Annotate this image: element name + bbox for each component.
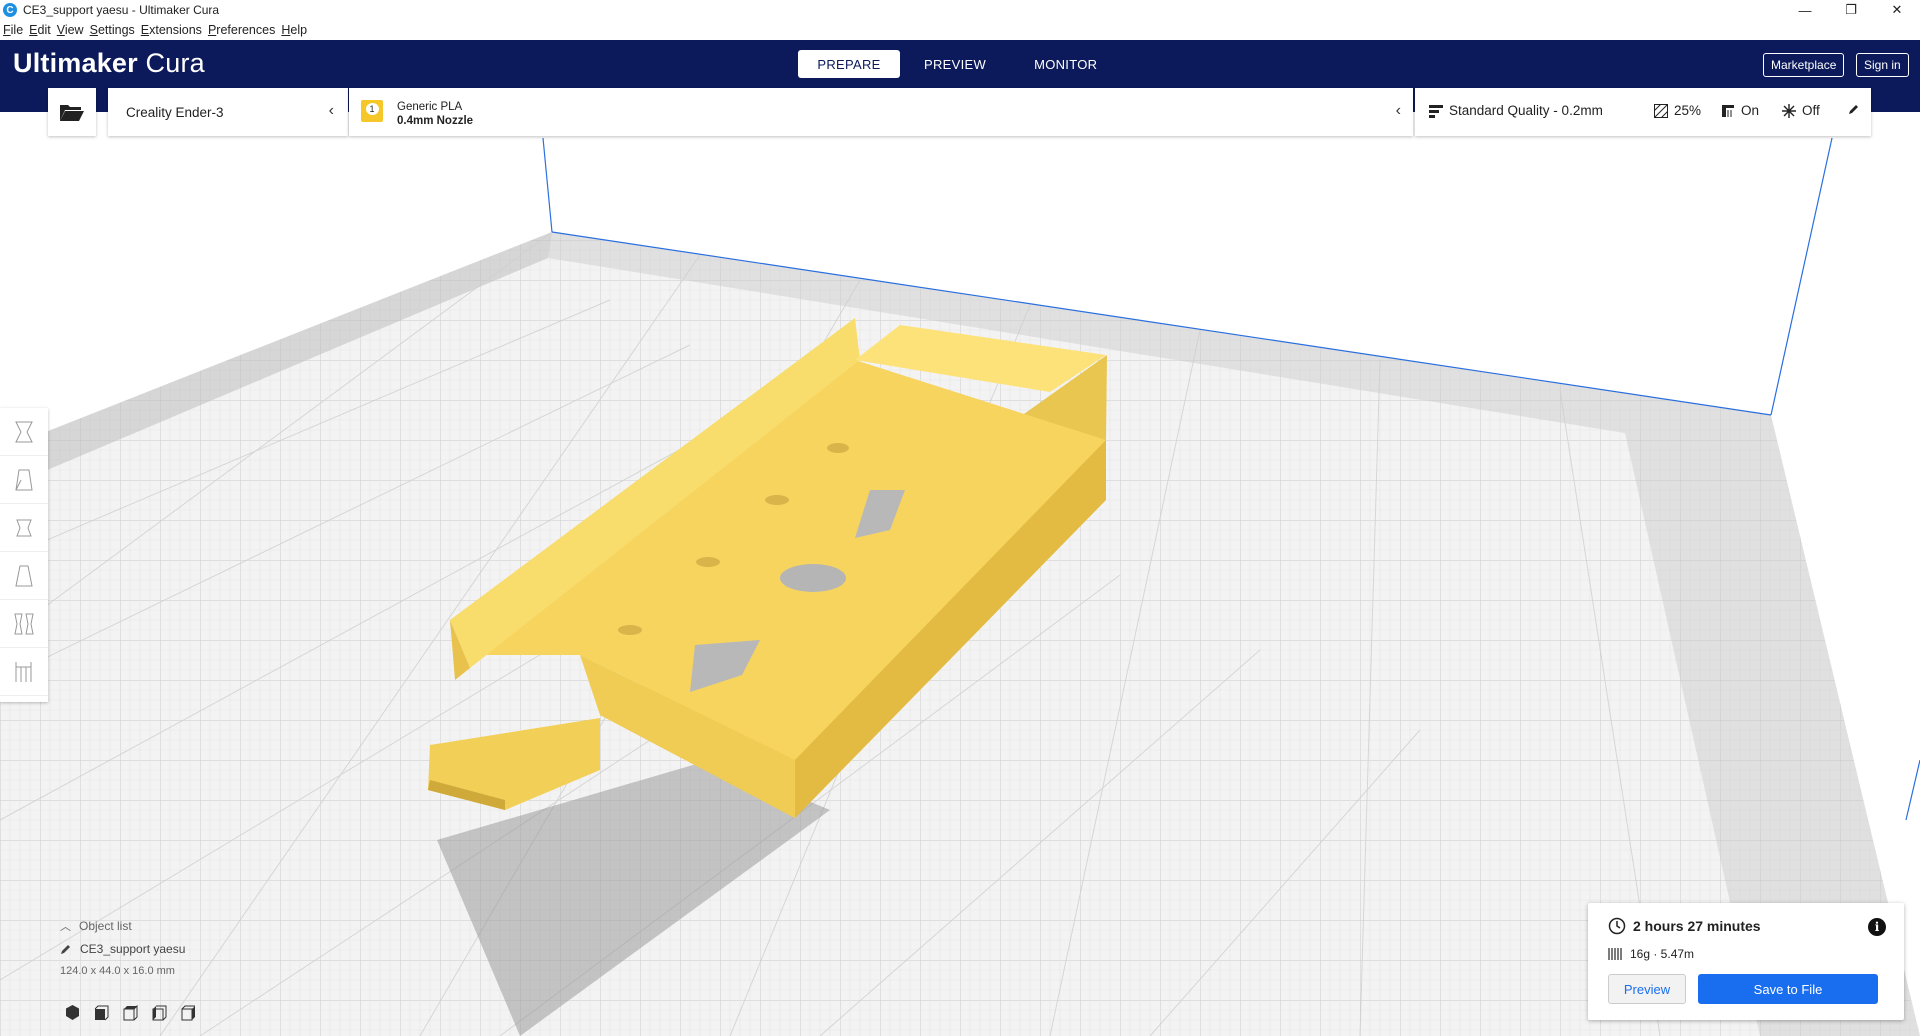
close-button[interactable]: ✕	[1874, 0, 1920, 20]
support-setting: On	[1721, 103, 1759, 118]
cube-right-icon	[181, 1005, 195, 1021]
tab-monitor[interactable]: MONITOR	[1010, 50, 1121, 78]
pencil-icon	[1849, 105, 1858, 114]
spool-icon	[1608, 948, 1622, 960]
quality-profile-icon	[1429, 104, 1443, 118]
cura-app-icon: C	[3, 3, 17, 17]
rotate-icon	[16, 519, 32, 536]
restore-button[interactable]: ❐	[1828, 0, 1874, 20]
printer-name: Creality Ender-3	[126, 104, 224, 120]
menu-view[interactable]: View	[54, 23, 87, 37]
view-left-button[interactable]	[151, 1004, 168, 1021]
window-title-bar: C CE3_support yaesu - Ultimaker Cura — ❐…	[0, 0, 1920, 20]
menu-bar: File Edit View Settings Extensions Prefe…	[0, 20, 1920, 40]
per-model-settings-icon	[14, 613, 34, 634]
marketplace-button[interactable]: Marketplace	[1763, 53, 1845, 77]
menu-file[interactable]: File	[0, 23, 26, 37]
mirror-tool-button[interactable]	[0, 552, 48, 600]
3d-viewport[interactable]	[0, 112, 1920, 1036]
tab-prepare[interactable]: PREPARE	[798, 50, 900, 78]
nozzle-size: 0.4mm Nozzle	[397, 115, 474, 127]
sign-in-button[interactable]: Sign in	[1856, 53, 1909, 77]
infill-icon	[1654, 103, 1668, 118]
view-front-button[interactable]	[93, 1004, 110, 1021]
menu-extensions[interactable]: Extensions	[138, 23, 205, 37]
menu-preferences[interactable]: Preferences	[205, 23, 278, 37]
move-tool-button[interactable]	[0, 408, 48, 456]
menu-edit[interactable]: Edit	[26, 23, 54, 37]
rotate-tool-button[interactable]	[0, 504, 48, 552]
tab-preview[interactable]: PREVIEW	[900, 50, 1010, 78]
open-file-button[interactable]	[48, 88, 96, 136]
print-summary-panel: 2 hours 27 minutes 16g · 5.47m i Preview…	[1588, 903, 1904, 1020]
chevron-left-icon: ‹	[1395, 102, 1401, 119]
per-model-settings-button[interactable]	[0, 600, 48, 648]
window-title: CE3_support yaesu - Ultimaker Cura	[23, 3, 220, 17]
chevron-left-icon: ‹	[328, 102, 334, 119]
printer-selector[interactable]: Creality Ender-3 ‹	[108, 88, 348, 136]
folder-open-icon	[60, 105, 84, 121]
support-blocker-button[interactable]	[0, 648, 48, 696]
stage-tabs: PREPARE PREVIEW MONITOR	[798, 50, 1121, 78]
profile-setting: Standard Quality - 0.2mm	[1429, 103, 1603, 118]
object-list-toggle[interactable]: ︿ Object list	[60, 918, 132, 934]
window-controls: — ❐ ✕	[1782, 0, 1920, 20]
cube-left-icon	[152, 1005, 167, 1021]
extruder-icon: 1	[361, 100, 383, 122]
adhesion-icon	[1782, 103, 1796, 118]
pencil-icon	[61, 945, 70, 954]
object-list-item[interactable]: CE3_support yaesu	[60, 942, 185, 956]
object-dimensions: 124.0 x 44.0 x 16.0 mm	[60, 965, 175, 977]
print-settings-selector[interactable]: Standard Quality - 0.2mm 25% On Off	[1415, 88, 1871, 136]
menu-settings[interactable]: Settings	[87, 23, 138, 37]
view-top-button[interactable]	[122, 1004, 139, 1021]
save-to-file-button[interactable]: Save to File	[1698, 974, 1878, 1004]
move-icon	[15, 421, 33, 442]
material-name: Generic PLA	[397, 101, 463, 113]
preview-button[interactable]: Preview	[1608, 974, 1686, 1004]
material-usage: 16g · 5.47m	[1608, 947, 1694, 961]
infill-setting: 25%	[1654, 103, 1701, 118]
scale-tool-button[interactable]	[0, 456, 48, 504]
minimize-button[interactable]: —	[1782, 0, 1828, 20]
chevron-up-icon: ︿	[60, 921, 71, 933]
app-logo: Ultimaker Cura	[13, 48, 205, 78]
view-3d-button[interactable]	[64, 1004, 81, 1021]
cube-top-icon	[123, 1004, 138, 1021]
menu-help[interactable]: Help	[278, 23, 310, 37]
view-right-button[interactable]	[180, 1004, 197, 1021]
scale-icon	[15, 469, 33, 490]
support-blocker-icon	[15, 661, 32, 682]
adhesion-setting: Off	[1782, 103, 1820, 118]
cube-front-icon	[94, 1005, 109, 1021]
material-selector[interactable]: 1 Generic PLA 0.4mm Nozzle ‹	[349, 88, 1413, 136]
support-icon	[1722, 104, 1734, 117]
build-plate-scene	[0, 137, 1920, 1036]
edit-settings-button[interactable]	[1848, 103, 1860, 115]
mirror-icon	[15, 565, 33, 586]
camera-view-buttons	[64, 1004, 197, 1021]
print-time: 2 hours 27 minutes	[1608, 917, 1761, 935]
cube-3d-icon	[66, 1005, 79, 1020]
info-icon[interactable]: i	[1868, 918, 1886, 936]
tool-panel	[0, 408, 48, 702]
clock-icon	[1608, 917, 1626, 935]
